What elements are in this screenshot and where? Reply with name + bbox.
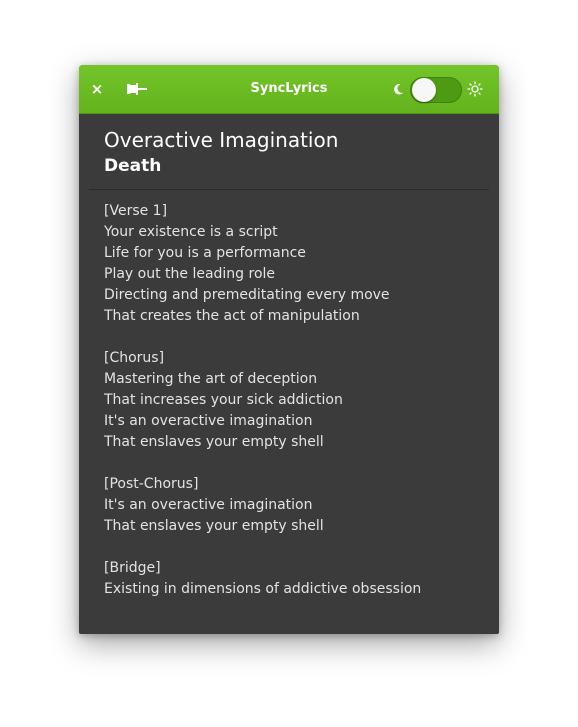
lyric-line: Your existence is a script [104,224,278,240]
artist-name: Death [104,156,162,176]
pin-icon [127,83,147,95]
lyric-line: Existing in dimensions of addictive obse… [104,581,422,597]
lyric-line: [Post-Chorus] [104,476,199,492]
lyric-line: [Verse 1] [104,203,168,219]
pin-button[interactable] [123,79,151,99]
lyric-line: That enslaves your empty shell [104,518,324,534]
divider [89,189,489,190]
close-button[interactable]: × [89,79,105,99]
lyric-line: It's an overactive imagination [104,413,313,429]
sun-icon [467,81,483,97]
lyrics-view[interactable]: [Verse 1] Your existence is a script Lif… [104,201,484,600]
moon-icon [394,84,404,95]
lyric-line: It's an overactive imagination [104,497,313,513]
header-bar: × SyncLyrics [79,65,499,114]
lyric-blank-line [104,327,484,348]
lyric-blank-line [104,453,484,474]
lyric-line: That increases your sick addiction [104,392,343,408]
lyric-line: Play out the leading role [104,266,276,282]
lyric-line: [Chorus] [104,350,165,366]
toggle-knob [412,78,436,102]
lyric-line: Directing and premeditating every move [104,287,390,303]
dark-mode-toggle[interactable] [410,77,462,103]
lyric-line: Life for you is a performance [104,245,306,261]
lyric-line: That creates the act of manipulation [104,308,360,324]
app-title: SyncLyrics [250,81,328,96]
lyric-line: [Bridge] [104,560,161,576]
lyric-blank-line [104,537,484,558]
song-title: Overactive Imagination [104,128,339,152]
lyric-line: That enslaves your empty shell [104,434,324,450]
synclyrics-window: × SyncLyrics Overactive Imagination Deat… [79,65,499,634]
lyric-line: Mastering the art of deception [104,371,318,387]
